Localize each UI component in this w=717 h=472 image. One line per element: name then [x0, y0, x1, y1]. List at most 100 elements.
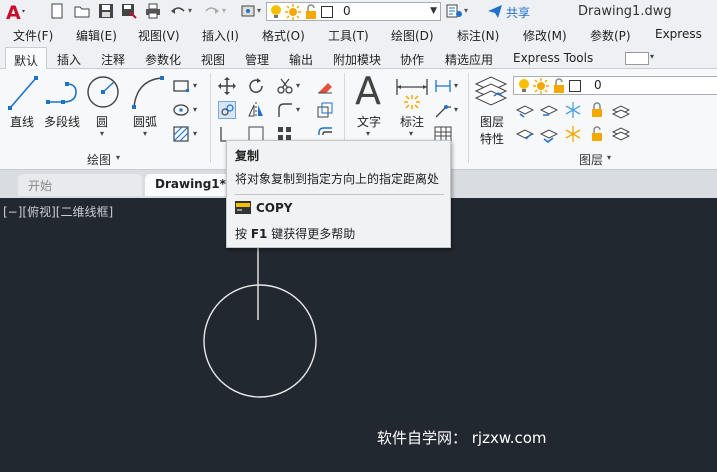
tab-view[interactable]: 视图 [201, 51, 225, 68]
minimize-ribbon-icon[interactable] [625, 52, 649, 65]
tab-drawing1[interactable]: Drawing1* [145, 174, 231, 196]
fillet-tool-icon[interactable] [276, 101, 294, 119]
layer-color-swatch [569, 80, 581, 92]
layer-merge-icon[interactable] [612, 125, 630, 143]
layer-thaw-icon[interactable] [564, 125, 582, 143]
tab-start[interactable]: 开始 [18, 174, 142, 196]
layer-freeze-icon[interactable] [564, 101, 582, 119]
menu-parametric[interactable]: 参数(P) [590, 27, 631, 44]
layer-walk-icon[interactable] [612, 101, 630, 119]
tool-text-label[interactable]: 文字 [357, 113, 381, 130]
tab-parametric[interactable]: 参数化 [145, 51, 181, 68]
share-icon[interactable] [487, 3, 503, 19]
menu-format[interactable]: 格式(O) [262, 27, 305, 44]
save-as-icon[interactable] [121, 3, 137, 19]
panel-title-layers[interactable]: 图层 [579, 151, 603, 168]
tool-dimension-label[interactable]: 标注 [400, 113, 424, 130]
tab-express-tools[interactable]: Express Tools [513, 51, 593, 65]
mirror-tool-icon[interactable] [247, 101, 265, 119]
ellipse-tool-icon[interactable] [172, 101, 190, 119]
circle-tool-icon[interactable] [86, 74, 120, 110]
layer-lock-icon[interactable] [588, 101, 606, 119]
panel-title-draw[interactable]: 绘图 [87, 151, 111, 168]
tab-output[interactable]: 输出 [289, 51, 313, 68]
layer-properties-label-2[interactable]: 特性 [480, 130, 504, 147]
hatch-dropdown-icon[interactable]: ▾ [193, 129, 197, 138]
arc-tool-icon[interactable] [131, 74, 165, 110]
tool-arc-label[interactable]: 圆弧 [133, 113, 157, 130]
trim-dropdown-icon[interactable]: ▾ [296, 81, 300, 90]
text-dropdown-icon[interactable]: ▾ [366, 129, 370, 138]
plot-icon[interactable] [240, 3, 256, 19]
tab-addins[interactable]: 附加模块 [333, 51, 381, 68]
ribbon-options-dropdown-icon[interactable]: ▾ [650, 52, 654, 61]
dimension-tool-icon[interactable] [394, 75, 430, 111]
linear-dim-icon[interactable] [434, 77, 452, 95]
menu-dimension[interactable]: 标注(N) [457, 27, 499, 44]
match-properties-icon[interactable] [446, 3, 462, 19]
fillet-dropdown-icon[interactable]: ▾ [296, 105, 300, 114]
leader-icon[interactable] [434, 101, 452, 119]
line-tool-icon[interactable] [7, 74, 39, 112]
tooltip-help: 按 F1 键获得更多帮助 [235, 225, 355, 242]
text-tool-icon[interactable]: A [355, 71, 381, 111]
app-logo-icon[interactable]: A [4, 1, 26, 24]
polyline-tool-icon[interactable] [45, 74, 81, 112]
arc-dropdown-icon[interactable]: ▾ [143, 129, 147, 138]
move-tool-icon[interactable] [218, 77, 236, 95]
menu-file[interactable]: 文件(F) [13, 27, 53, 44]
plot-dropdown-icon[interactable]: ▾ [257, 6, 261, 15]
layers-panel-expand-icon[interactable]: ▾ [607, 153, 611, 162]
workspace-dropdown-icon[interactable]: ▾ [464, 6, 468, 15]
explode-tool-icon[interactable] [316, 101, 334, 119]
dimension-dropdown-icon[interactable]: ▾ [409, 129, 413, 138]
menu-draw[interactable]: 绘图(D) [391, 27, 434, 44]
menu-tools[interactable]: 工具(T) [328, 27, 369, 44]
layer-unlock-icon[interactable] [588, 125, 606, 143]
layer-combo[interactable]: 0 ▼ [266, 2, 441, 21]
circle-dropdown-icon[interactable]: ▾ [100, 129, 104, 138]
print-icon[interactable] [145, 3, 161, 19]
copy-tool-icon[interactable] [218, 101, 236, 119]
draw-panel-expand-icon[interactable]: ▾ [116, 153, 120, 162]
menu-edit[interactable]: 编辑(E) [76, 27, 117, 44]
save-icon[interactable] [98, 3, 114, 19]
hatch-tool-icon[interactable] [172, 125, 190, 143]
erase-tool-icon[interactable] [316, 77, 334, 95]
trim-tool-icon[interactable] [276, 77, 294, 95]
share-label[interactable]: 共享 [506, 4, 530, 21]
tool-circle-label[interactable]: 圆 [96, 113, 108, 130]
layer-isolate-icon[interactable] [540, 101, 558, 119]
leader-dropdown-icon[interactable]: ▾ [454, 105, 458, 114]
menu-insert[interactable]: 插入(I) [202, 27, 239, 44]
tooltip-title: 复制 [235, 149, 260, 163]
layer-off-icon[interactable] [516, 101, 534, 119]
open-file-icon[interactable] [74, 3, 90, 19]
undo-icon[interactable] [170, 3, 186, 19]
linear-dim-dropdown-icon[interactable]: ▾ [454, 81, 458, 90]
redo-dropdown-icon: ▾ [222, 6, 227, 15]
ellipse-dropdown-icon[interactable]: ▾ [193, 105, 197, 114]
layer-previous-icon[interactable] [540, 125, 558, 143]
tab-collaborate[interactable]: 协作 [400, 51, 424, 68]
tool-line-label[interactable]: 直线 [10, 113, 34, 130]
menu-express[interactable]: Express [655, 27, 702, 41]
layer-match-icon[interactable] [516, 125, 534, 143]
rotate-tool-icon[interactable] [247, 77, 265, 95]
tab-manage[interactable]: 管理 [245, 51, 269, 68]
menu-view[interactable]: 视图(V) [138, 27, 180, 44]
layer-properties-label-1[interactable]: 图层 [480, 113, 504, 130]
undo-dropdown-icon[interactable]: ▾ [188, 6, 192, 15]
combo-dropdown-icon[interactable]: ▼ [430, 6, 437, 16]
layer-properties-icon[interactable] [474, 74, 508, 110]
tab-featured-apps[interactable]: 精选应用 [445, 51, 493, 68]
title-bar: A ▾ ▾ ▾ 0 ▼ ▾ 共享 Drawing1.dwg [0, 0, 717, 24]
tab-insert[interactable]: 插入 [57, 51, 81, 68]
tab-annotate[interactable]: 注释 [101, 51, 125, 68]
rectangle-dropdown-icon[interactable]: ▾ [193, 81, 197, 90]
ribbon-layer-combo[interactable]: 0 [513, 76, 717, 95]
tool-polyline-label[interactable]: 多段线 [44, 113, 80, 130]
rectangle-tool-icon[interactable] [172, 77, 190, 95]
new-file-icon[interactable] [49, 3, 65, 19]
menu-modify[interactable]: 修改(M) [523, 27, 567, 44]
